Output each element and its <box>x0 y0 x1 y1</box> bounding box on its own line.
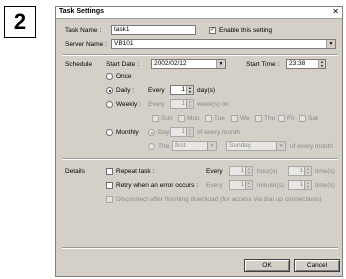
monthly-day-value: 1 <box>181 128 185 135</box>
weekday-value: Sunday <box>229 142 252 149</box>
daily-interval-value: 1 <box>181 86 185 93</box>
step-number-badge: 2 <box>4 6 36 38</box>
dialog-title: Task Settings <box>59 8 104 15</box>
start-time-input[interactable]: 23:38 ▲ ▼ <box>286 59 326 69</box>
start-time-label: Start Time : <box>246 61 280 68</box>
day-checkbox-wed[interactable] <box>231 115 238 122</box>
task-name-label: Task Name : <box>65 27 102 34</box>
day-checkbox-sat[interactable] <box>299 115 306 122</box>
day-label-sat: Sat <box>308 115 318 122</box>
spinner-icon[interactable]: ▲ ▼ <box>318 60 325 68</box>
retry-interval-value: 1 <box>240 181 244 188</box>
repeat-task-label: Repeat task : <box>116 168 155 175</box>
spinner-icon[interactable]: ▲ ▼ <box>186 86 193 94</box>
day-checkbox-tue[interactable] <box>205 115 212 122</box>
daily-radio[interactable] <box>106 87 113 94</box>
weekly-unit-label: week(s) on <box>197 101 229 108</box>
day-label-tue: Tue <box>214 115 225 122</box>
repeat-times-input[interactable]: 1 ▲ ▼ <box>288 166 312 176</box>
monthly-the-suffix: of every month <box>290 143 333 150</box>
chevron-down-icon[interactable]: ▼ <box>276 142 285 150</box>
close-icon[interactable]: ✕ <box>332 7 339 17</box>
monthly-radio[interactable] <box>106 129 113 136</box>
weekday-dropdown[interactable]: Sunday ▼ <box>226 141 286 151</box>
day-checkbox-fri[interactable] <box>278 115 285 122</box>
ok-button[interactable]: OK <box>244 259 290 272</box>
start-date-picker[interactable]: 2002/02/12 ▼ <box>151 59 226 69</box>
retry-times-unit: time(s) <box>315 182 335 189</box>
monthly-day-radio[interactable] <box>148 129 155 136</box>
repeat-interval-value: 1 <box>240 167 244 174</box>
day-checkbox-thu[interactable] <box>255 115 262 122</box>
repeat-every-label: Every <box>206 168 223 175</box>
title-bar: Task Settings ✕ <box>56 7 342 19</box>
chevron-down-icon[interactable]: ▼ <box>207 142 216 150</box>
day-label-fri: Fri <box>287 115 295 122</box>
spinner-icon[interactable]: ▲ ▼ <box>186 100 193 108</box>
weekly-interval-input[interactable]: 1 ▲ ▼ <box>170 99 194 109</box>
disconnect-checkbox[interactable] <box>106 196 113 203</box>
schedule-section-label: Schedule <box>65 61 93 68</box>
repeat-times-value: 1 <box>299 167 303 174</box>
once-radio[interactable] <box>106 73 113 80</box>
cancel-button[interactable]: Cancel <box>294 259 340 272</box>
chevron-down-icon[interactable]: ▼ <box>216 60 225 68</box>
weekly-radio[interactable] <box>106 101 113 108</box>
start-date-label: Start Date : <box>106 61 139 68</box>
task-name-input[interactable]: task1 <box>111 25 196 35</box>
day-label-thu: Thu <box>264 115 276 122</box>
divider <box>62 247 338 249</box>
retry-every-label: Every <box>206 182 223 189</box>
enable-setting-checkbox[interactable]: ✓ <box>209 26 216 34</box>
start-time-value: 23:38 <box>289 60 306 67</box>
day-label-mon: Mon <box>187 115 200 122</box>
daily-interval-input[interactable]: 1 ▲ ▼ <box>170 85 194 95</box>
chevron-down-icon[interactable]: ▼ <box>326 40 335 48</box>
retry-times-input[interactable]: 1 ▲ ▼ <box>288 180 312 190</box>
week-ordinal-value: first <box>175 142 186 149</box>
retry-times-value: 1 <box>299 181 303 188</box>
once-label: Once <box>116 73 132 80</box>
daily-every-label: Every <box>148 87 165 94</box>
daily-label: Daily : <box>116 87 135 94</box>
server-name-value: VB101 <box>114 40 134 47</box>
week-ordinal-dropdown[interactable]: first ▼ <box>172 141 217 151</box>
weekly-every-label: Every <box>148 101 165 108</box>
monthly-day-suffix: of every month <box>197 129 240 136</box>
server-name-label: Server Name : <box>65 41 107 48</box>
retry-interval-unit: minute(s) <box>257 182 285 189</box>
divider <box>62 54 338 56</box>
divider <box>62 158 338 160</box>
spinner-icon[interactable]: ▲ ▼ <box>245 181 252 189</box>
server-name-dropdown[interactable]: VB101 ▼ <box>111 39 336 49</box>
daily-unit-label: day(s) <box>197 87 216 94</box>
details-section-label: Details <box>65 168 85 175</box>
monthly-the-label: The <box>158 143 170 150</box>
weekly-label: Weekly : <box>116 101 141 108</box>
repeat-interval-unit: hour(s) <box>257 168 278 175</box>
spinner-icon[interactable]: ▲ ▼ <box>186 128 193 136</box>
monthly-label: Monthly <box>116 129 139 136</box>
monthly-day-input[interactable]: 1 ▲ ▼ <box>170 127 194 137</box>
monthly-the-radio[interactable] <box>148 143 155 150</box>
task-settings-dialog: Task Settings ✕ Task Name : task1 ✓ Enab… <box>55 6 343 277</box>
enable-setting-label: Enable this setting <box>219 27 273 34</box>
start-date-value: 2002/02/12 <box>154 60 187 67</box>
day-checkbox-mon[interactable] <box>178 115 185 122</box>
spinner-icon[interactable]: ▲ ▼ <box>304 181 311 189</box>
day-label-sun: Sun <box>161 115 173 122</box>
repeat-task-checkbox[interactable] <box>106 168 113 175</box>
repeat-interval-input[interactable]: 1 ▲ ▼ <box>229 166 253 176</box>
retry-interval-input[interactable]: 1 ▲ ▼ <box>229 180 253 190</box>
retry-checkbox[interactable] <box>106 182 113 189</box>
retry-label: Retry when an error occurs : <box>116 182 199 189</box>
weekly-interval-value: 1 <box>181 100 185 107</box>
day-label-wed: We <box>240 115 250 122</box>
repeat-times-unit: time(s) <box>315 168 335 175</box>
monthly-day-label: Day <box>158 129 170 136</box>
spinner-icon[interactable]: ▲ ▼ <box>304 167 311 175</box>
day-checkbox-sun[interactable] <box>152 115 159 122</box>
disconnect-label: Disconnect after finishing download (for… <box>116 196 322 203</box>
spinner-icon[interactable]: ▲ ▼ <box>245 167 252 175</box>
